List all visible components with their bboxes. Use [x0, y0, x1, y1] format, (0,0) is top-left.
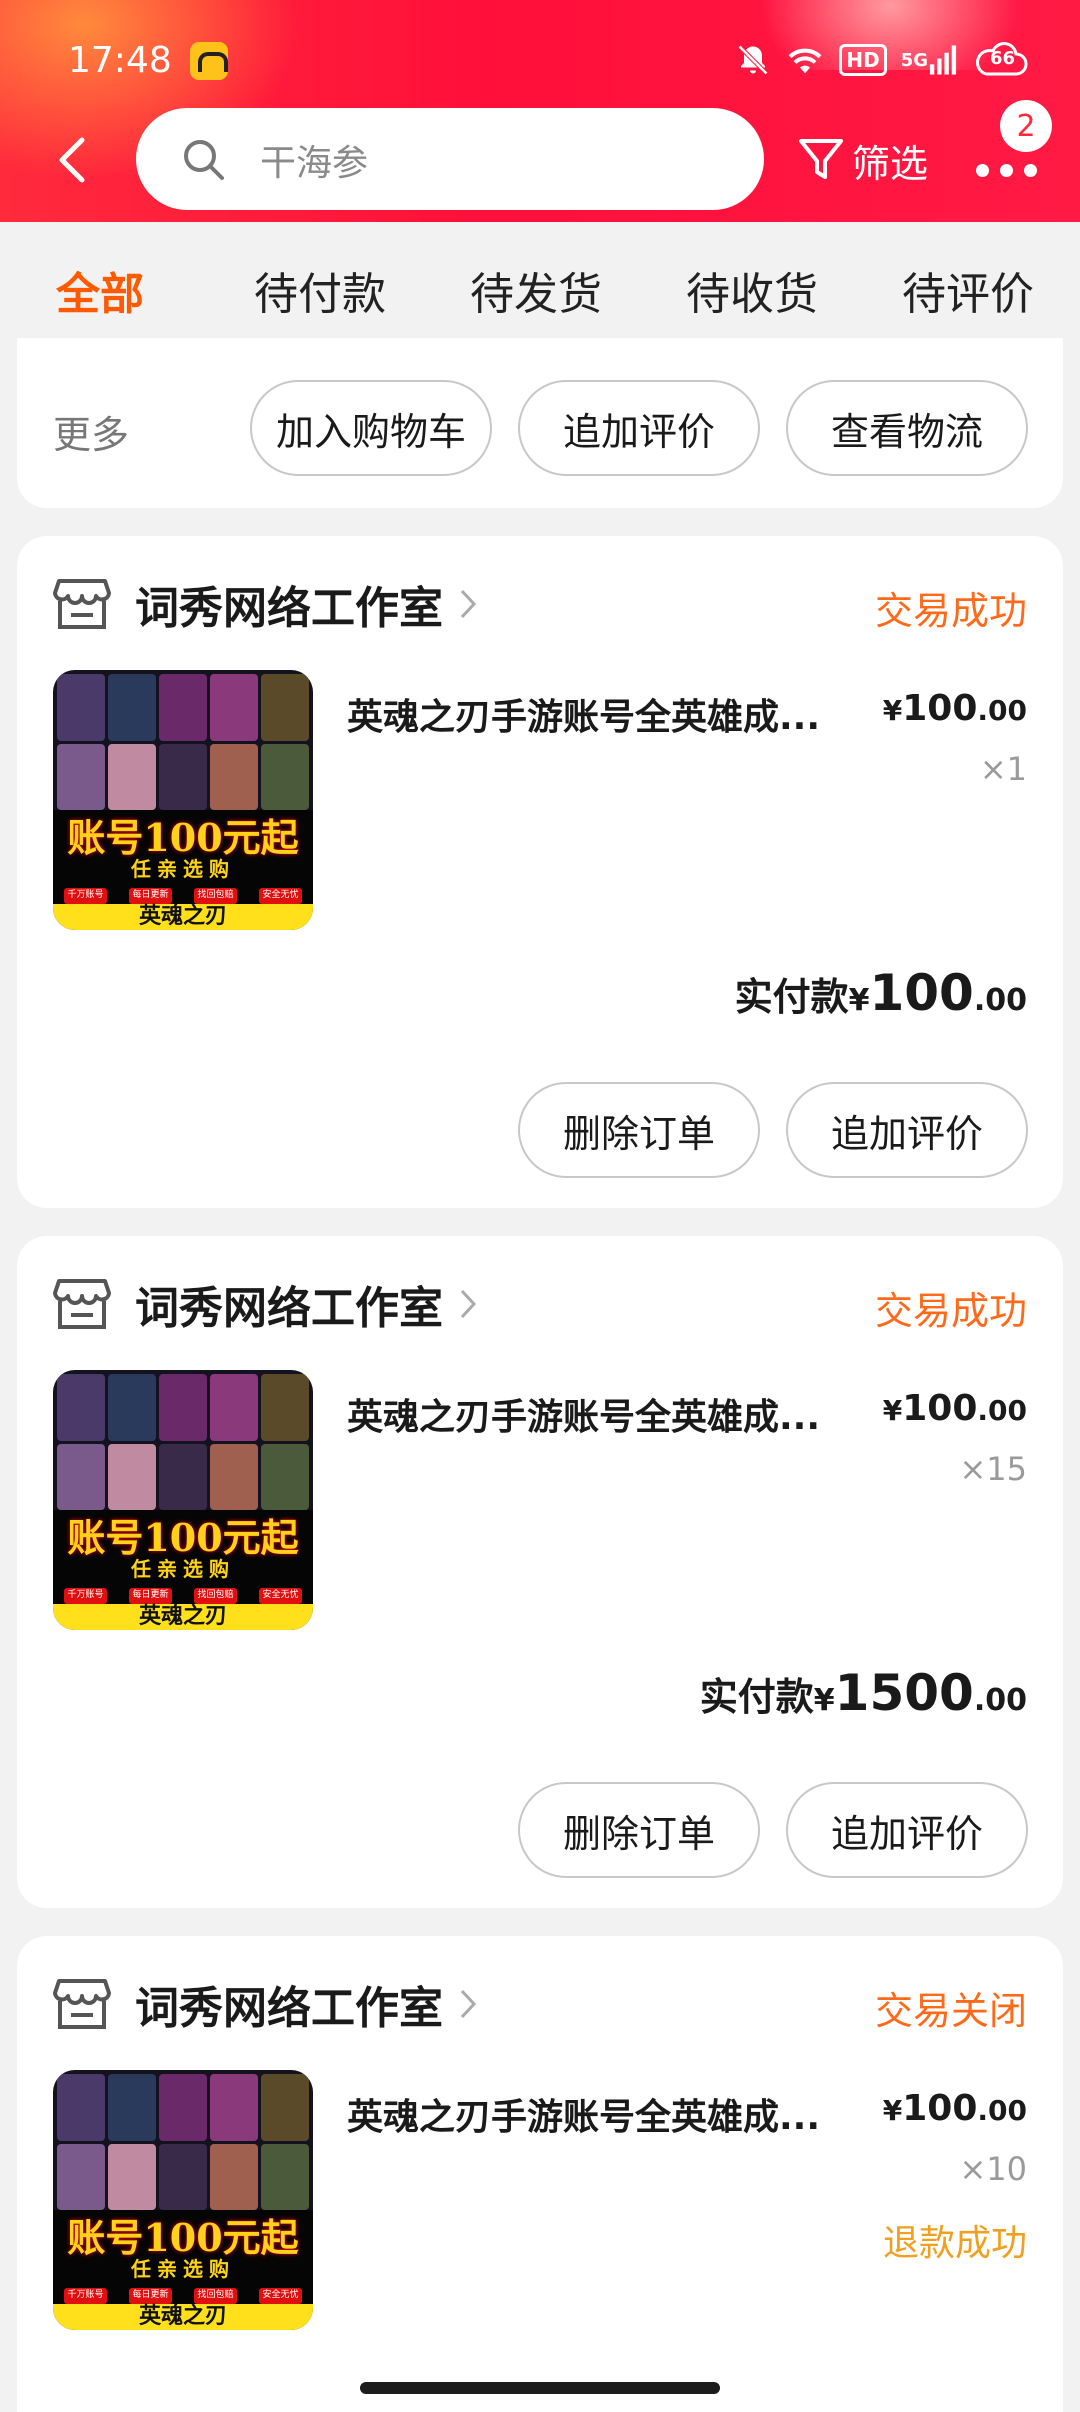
order-card[interactable]: 词秀网络工作室 交易关闭 账号100元起 任亲选购 千万账号 每日更新 找回包赔… — [17, 1936, 1063, 2412]
home-indicator[interactable] — [360, 2382, 720, 2394]
product-title[interactable]: 英魂之刃手游账号全英雄成... — [347, 1388, 867, 1440]
mute-bell-icon — [735, 42, 771, 78]
product-title[interactable]: 英魂之刃手游账号全英雄成... — [347, 688, 867, 740]
tab-pending-payment[interactable]: 待付款 — [254, 258, 386, 322]
status-time: 17:48 — [68, 40, 172, 81]
paid-amount: 实付款¥1500.00 — [699, 1664, 1027, 1722]
product-thumbnail[interactable]: 账号100元起 任亲选购 千万账号 每日更新 找回包赔 安全无忧 英魂之刃 — [53, 670, 313, 930]
add-review-button[interactable]: 追加评价 — [786, 1782, 1028, 1878]
add-review-button[interactable]: 追加评价 — [518, 380, 760, 476]
delete-order-button[interactable]: 删除订单 — [518, 1782, 760, 1878]
order-status: 交易关闭 — [874, 1989, 1027, 2033]
delete-order-button[interactable]: 删除订单 — [518, 1082, 760, 1178]
view-logistics-button[interactable]: 查看物流 — [786, 380, 1028, 476]
chevron-right-icon — [460, 589, 477, 619]
cell-signal-icon: 5G — [901, 44, 958, 76]
back-button[interactable] — [52, 132, 102, 192]
nav-row: 干海参 筛选 2 — [0, 100, 1080, 212]
unit-price: ¥100.00 — [882, 688, 1027, 729]
chevron-right-icon — [460, 1989, 477, 2019]
store-link[interactable]: 词秀网络工作室 — [53, 1972, 479, 2036]
filter-label: 筛选 — [852, 141, 929, 186]
unit-price: ¥100.00 — [882, 1388, 1027, 1429]
quantity: ×15 — [959, 1450, 1027, 1488]
chevron-left-icon — [59, 137, 85, 183]
search-input[interactable]: 干海参 — [136, 108, 764, 210]
add-review-button[interactable]: 追加评价 — [786, 1082, 1028, 1178]
chevron-right-icon — [460, 1289, 477, 1319]
refund-status: 退款成功 — [882, 2223, 1027, 2264]
filter-button[interactable]: 筛选 — [796, 128, 928, 192]
header: 17:48 HD 5G 66 干海参 筛选 2 — [0, 0, 1080, 222]
quantity: ×1 — [979, 750, 1027, 788]
quantity: ×10 — [959, 2150, 1027, 2188]
order-status: 交易成功 — [874, 589, 1027, 633]
store-name: 词秀网络工作室 — [135, 1983, 443, 2034]
wifi-icon — [785, 43, 825, 77]
order-list-page: 17:48 HD 5G 66 干海参 筛选 2 全部 待付款 待发货 待收货 待… — [0, 0, 1080, 2412]
store-icon — [53, 1979, 111, 2029]
notification-badge: 2 — [1000, 100, 1052, 152]
order-card[interactable]: 词秀网络工作室 交易成功 账号100元起 任亲选购 千万账号 每日更新 找回包赔… — [17, 536, 1063, 1208]
add-to-cart-button[interactable]: 加入购物车 — [250, 380, 492, 476]
paid-amount: 实付款¥100.00 — [734, 964, 1027, 1022]
store-icon — [53, 579, 111, 629]
store-icon — [53, 1279, 111, 1329]
order-card-partial: 更多 加入购物车 追加评价 查看物流 — [17, 338, 1063, 508]
filter-icon — [799, 139, 843, 179]
unit-price: ¥100.00 — [882, 2088, 1027, 2129]
order-status: 交易成功 — [874, 1289, 1027, 1333]
store-link[interactable]: 词秀网络工作室 — [53, 572, 479, 636]
tab-pending-receipt[interactable]: 待收货 — [686, 258, 818, 322]
store-name: 词秀网络工作室 — [135, 583, 443, 634]
search-icon — [184, 140, 224, 180]
store-link[interactable]: 词秀网络工作室 — [53, 1272, 479, 1336]
order-tabs: 全部 待付款 待发货 待收货 待评价 — [0, 222, 1080, 338]
app-notification-icon — [190, 42, 228, 80]
store-name: 词秀网络工作室 — [135, 1283, 443, 1334]
battery-cloud-icon: 66 — [972, 42, 1028, 78]
product-thumbnail[interactable]: 账号100元起 任亲选购 千万账号 每日更新 找回包赔 安全无忧 英魂之刃 — [53, 2070, 313, 2330]
search-placeholder: 干海参 — [260, 143, 369, 184]
product-thumbnail[interactable]: 账号100元起 任亲选购 千万账号 每日更新 找回包赔 安全无忧 英魂之刃 — [53, 1370, 313, 1630]
product-title[interactable]: 英魂之刃手游账号全英雄成... — [347, 2088, 867, 2140]
order-card[interactable]: 词秀网络工作室 交易成功 账号100元起 任亲选购 千万账号 每日更新 找回包赔… — [17, 1236, 1063, 1908]
tab-pending-shipment[interactable]: 待发货 — [470, 258, 602, 322]
hd-indicator: HD — [839, 44, 887, 76]
more-dots-icon — [976, 164, 989, 177]
tab-pending-review[interactable]: 待评价 — [902, 258, 1034, 322]
more-actions-label[interactable]: 更多 — [53, 404, 129, 459]
tab-all[interactable]: 全部 — [56, 258, 144, 322]
status-bar: 17:48 HD 5G 66 — [0, 28, 1080, 98]
